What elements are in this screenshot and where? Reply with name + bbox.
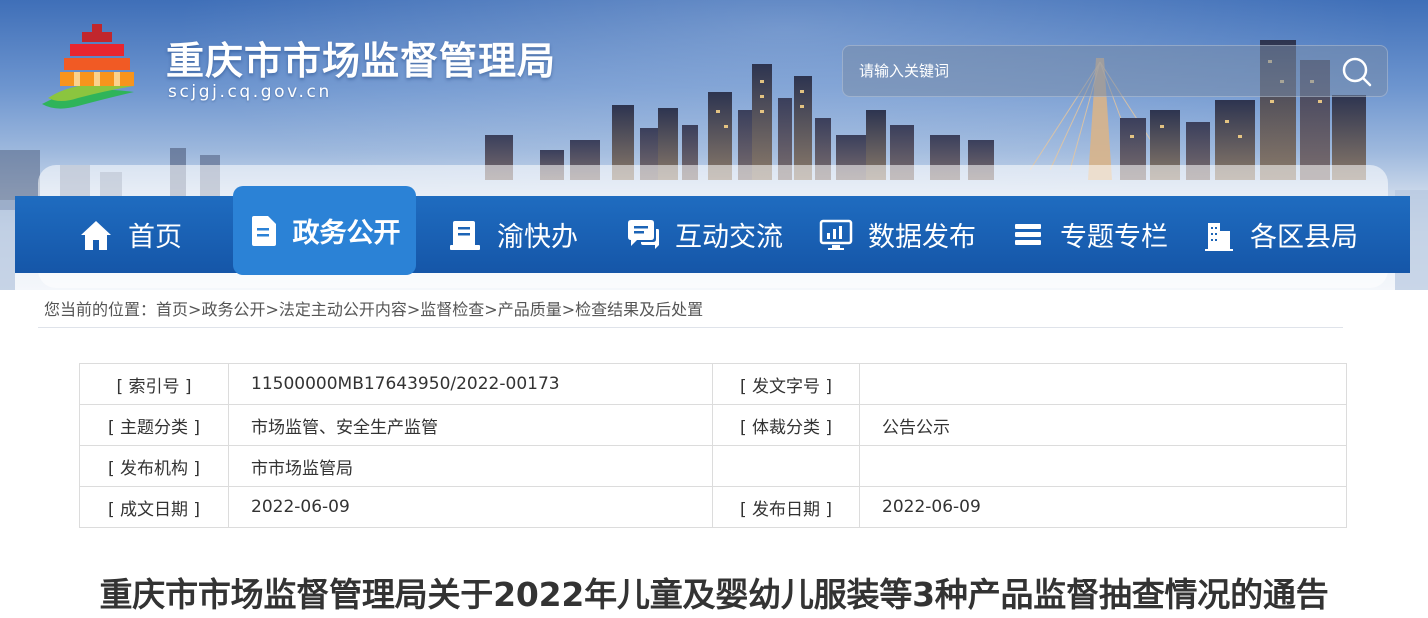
site-domain: scjgj.cq.gov.cn bbox=[168, 82, 332, 102]
search-box bbox=[842, 45, 1388, 97]
meta-value: 2022-06-09 bbox=[859, 486, 1347, 528]
form-icon bbox=[447, 217, 483, 253]
meta-key: [ 体裁分类 ] bbox=[712, 404, 860, 446]
nav-item-data-release[interactable]: 数据发布 bbox=[818, 196, 976, 273]
search-button[interactable] bbox=[1337, 52, 1377, 92]
nav-item-label: 各区县局 bbox=[1250, 222, 1358, 253]
document-metadata-table: [ 索引号 ] 11500000MB17643950/2022-00173 [ … bbox=[79, 363, 1347, 528]
meta-value bbox=[859, 445, 1347, 487]
meta-value: 公告公示 bbox=[859, 404, 1347, 446]
home-icon bbox=[78, 217, 114, 253]
meta-key: [ 发布日期 ] bbox=[712, 486, 860, 528]
nav-item-special-topics[interactable]: 专题专栏 bbox=[1010, 196, 1168, 273]
table-row: [ 发布机构 ] 市市场监管局 bbox=[79, 445, 1347, 487]
meta-value: 2022-06-09 bbox=[228, 486, 713, 528]
meta-value bbox=[859, 363, 1347, 405]
meta-key: [ 成文日期 ] bbox=[79, 486, 229, 528]
nav-item-yukuaiban[interactable]: 渝快办 bbox=[447, 196, 578, 273]
list-icon bbox=[1010, 217, 1046, 253]
main-nav: 首页 渝快办 互动交流 数据发布 专题专栏 各区县局 bbox=[15, 196, 1410, 273]
meta-value: 11500000MB17643950/2022-00173 bbox=[228, 363, 713, 405]
nav-item-label: 政务公开 bbox=[292, 218, 401, 249]
meta-key: [ 主题分类 ] bbox=[79, 404, 229, 446]
breadcrumb-link[interactable]: 检查结果及后处置 bbox=[575, 300, 703, 319]
nav-item-home[interactable]: 首页 bbox=[78, 196, 182, 273]
table-row: [ 主题分类 ] 市场监管、安全生产监管 [ 体裁分类 ] 公告公示 bbox=[79, 404, 1347, 446]
meta-key: [ 索引号 ] bbox=[79, 363, 229, 405]
government-building-logo-icon bbox=[42, 24, 134, 109]
nav-item-interaction[interactable]: 互动交流 bbox=[625, 196, 783, 273]
nav-item-label: 首页 bbox=[128, 222, 182, 253]
data-chart-icon bbox=[818, 217, 854, 253]
nav-item-label: 渝快办 bbox=[497, 222, 578, 253]
chat-icon bbox=[625, 217, 661, 253]
nav-item-district-bureaus[interactable]: 各区县局 bbox=[1200, 196, 1358, 273]
nav-item-label: 数据发布 bbox=[868, 222, 976, 253]
meta-value: 市场监管、安全生产监管 bbox=[228, 404, 713, 446]
meta-key: [ 发布机构 ] bbox=[79, 445, 229, 487]
search-icon bbox=[1342, 57, 1372, 87]
breadcrumb-separator: > bbox=[188, 300, 202, 319]
nav-item-label: 专题专栏 bbox=[1060, 222, 1168, 253]
breadcrumb-link[interactable]: 产品质量 bbox=[498, 300, 562, 319]
search-input[interactable] bbox=[843, 46, 1323, 96]
breadcrumb-link[interactable]: 首页 bbox=[156, 300, 188, 319]
breadcrumb-separator: > bbox=[484, 300, 498, 319]
table-row: [ 索引号 ] 11500000MB17643950/2022-00173 [ … bbox=[79, 363, 1347, 405]
breadcrumb-divider bbox=[38, 327, 1343, 328]
meta-key: [ 发文字号 ] bbox=[712, 363, 860, 405]
document-icon bbox=[249, 213, 279, 249]
table-row: [ 成文日期 ] 2022-06-09 [ 发布日期 ] 2022-06-09 bbox=[79, 486, 1347, 528]
nav-item-government-affairs[interactable]: 政务公开 bbox=[233, 186, 416, 275]
breadcrumb-separator: > bbox=[265, 300, 279, 319]
meta-key bbox=[712, 445, 860, 487]
breadcrumb-link[interactable]: 监督检查 bbox=[420, 300, 484, 319]
meta-value: 市市场监管局 bbox=[228, 445, 713, 487]
site-title[interactable]: 重庆市市场监督管理局 bbox=[166, 30, 556, 85]
breadcrumb-separator: > bbox=[561, 300, 576, 319]
buildings-icon bbox=[1200, 217, 1236, 253]
breadcrumb-prefix: 您当前的位置： bbox=[44, 300, 157, 319]
breadcrumb-link[interactable]: 法定主动公开内容 bbox=[279, 300, 407, 319]
breadcrumb: 您当前的位置：首页>政务公开>法定主动公开内容>监督检查>产品质量>检查结果及后… bbox=[44, 296, 703, 320]
nav-item-label: 互动交流 bbox=[675, 222, 783, 253]
document-title: 重庆市市场监督管理局关于2022年儿童及婴幼儿服装等3种产品监督抽查情况的通告 bbox=[99, 575, 1329, 614]
breadcrumb-link[interactable]: 政务公开 bbox=[201, 300, 265, 319]
breadcrumb-separator: > bbox=[406, 300, 421, 319]
